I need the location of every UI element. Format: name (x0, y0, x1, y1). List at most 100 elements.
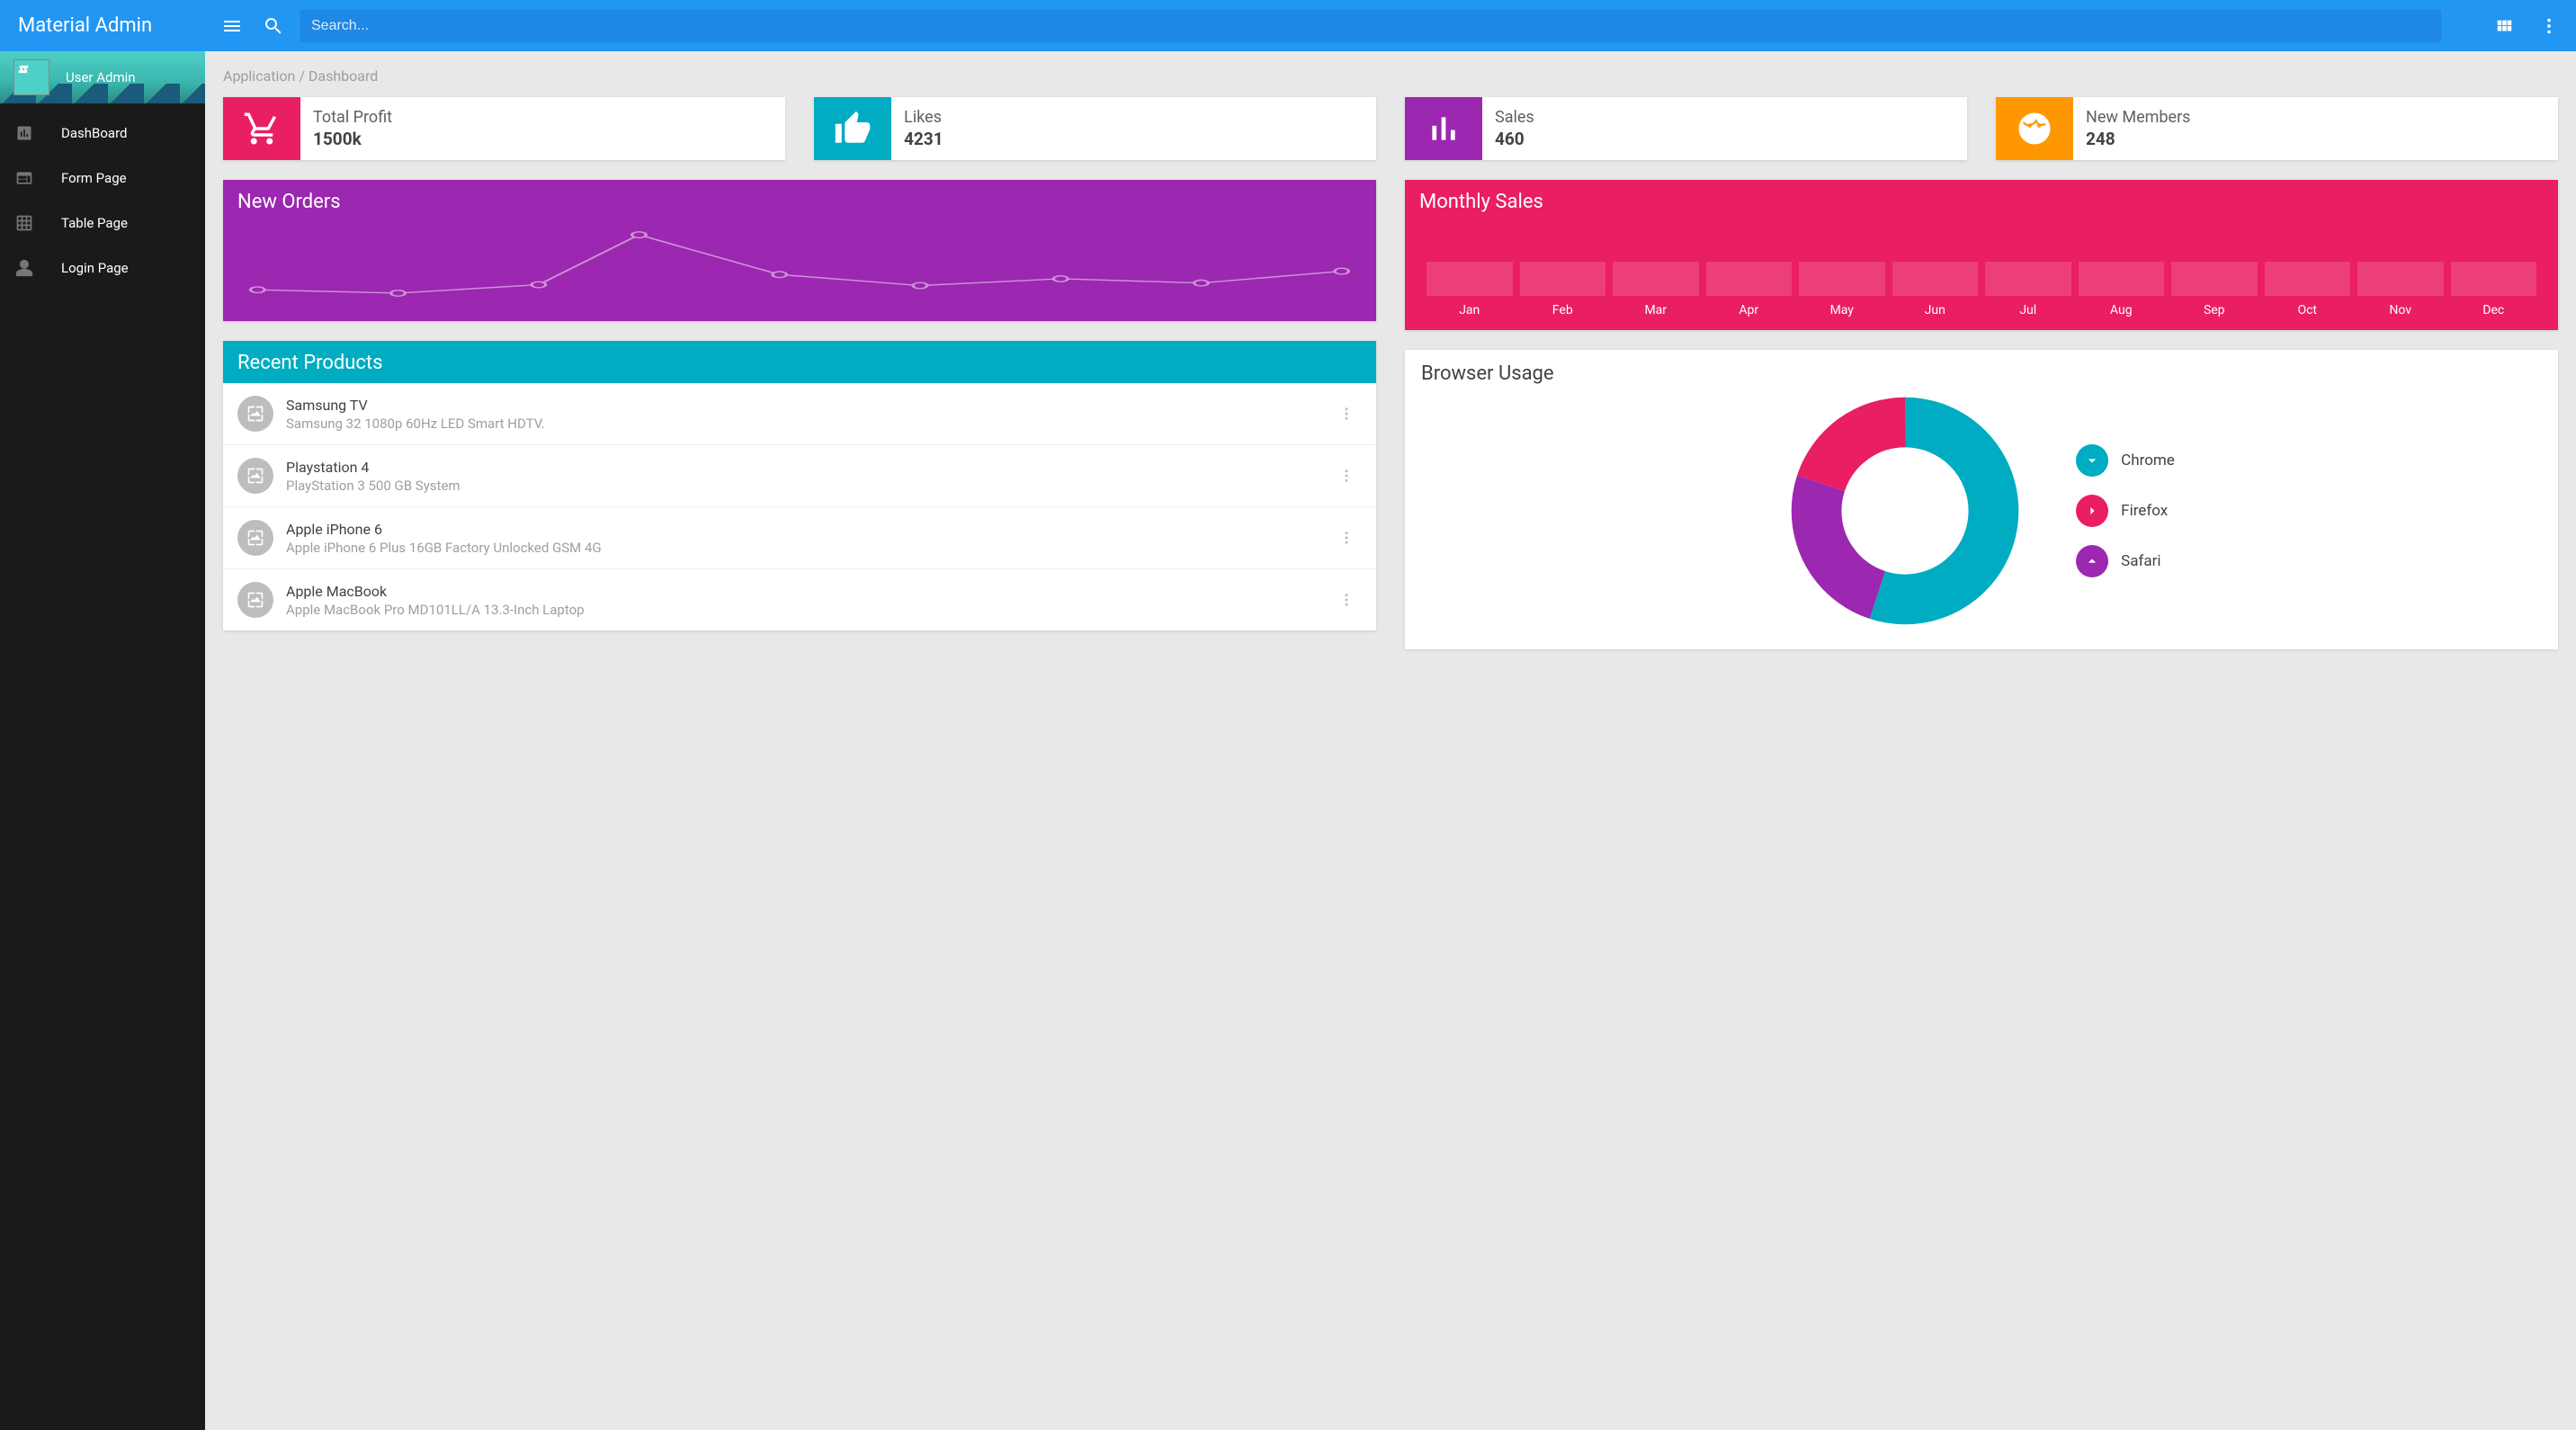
panel-title: New Orders (223, 180, 1376, 222)
product-more-button[interactable] (1331, 530, 1362, 546)
chevron-up-icon (2076, 545, 2108, 577)
panel-title: Recent Products (223, 341, 1376, 383)
menu-button[interactable] (218, 12, 246, 40)
product-name: Apple MacBook (286, 583, 1331, 600)
view-module-icon (2494, 16, 2514, 36)
sidebar-item-form[interactable]: Form Page (0, 156, 205, 201)
stat-card-sales: Sales 460 (1405, 97, 1967, 160)
menu-icon (221, 15, 243, 37)
month-label: Sep (2171, 303, 2258, 317)
stat-title: New Members (2086, 108, 2190, 127)
product-row[interactable]: Playstation 4 PlayStation 3 500 GB Syste… (223, 445, 1376, 507)
month-label: Aug (2079, 303, 2165, 317)
apps-button[interactable] (2490, 12, 2518, 40)
month-bar (2171, 262, 2258, 296)
legend-item[interactable]: Chrome (2076, 444, 2175, 477)
wallpaper-icon (237, 458, 273, 494)
month-label: Oct (2265, 303, 2351, 317)
month-bar (1613, 262, 1699, 296)
more-vert-icon (2539, 16, 2559, 36)
month-label: Nov (2357, 303, 2444, 317)
legend-label: Firefox (2121, 502, 2168, 520)
monthly-sales-labels: JanFebMarAprMayJunJulAugSepOctNovDec (1405, 303, 2558, 330)
stat-card-profit: Total Profit 1500k (223, 97, 785, 160)
product-more-button[interactable] (1331, 406, 1362, 422)
product-more-button[interactable] (1331, 468, 1362, 484)
more-vert-icon (1338, 468, 1355, 484)
month-label: Jun (1892, 303, 1979, 317)
stat-value: 1500k (313, 129, 392, 149)
wallpaper-icon (237, 520, 273, 556)
broken-image-icon (17, 63, 30, 76)
stat-value: 4231 (904, 129, 944, 149)
more-button[interactable] (2535, 12, 2563, 40)
panel-title: Monthly Sales (1405, 180, 2558, 222)
recent-products-panel: Recent Products Samsung TV Samsung 32 10… (223, 341, 1376, 630)
stat-title: Sales (1495, 108, 1534, 127)
browser-usage-panel: Browser Usage Chrome Firefox Safari (1405, 350, 2558, 649)
month-bar (1985, 262, 2071, 296)
month-label: Mar (1613, 303, 1699, 317)
new-orders-panel: New Orders (223, 180, 1376, 321)
search-button[interactable] (259, 12, 288, 40)
avatar (13, 59, 49, 95)
assessment-icon (14, 123, 34, 143)
legend-item[interactable]: Firefox (2076, 495, 2175, 527)
cart-icon (223, 97, 300, 160)
product-name: Apple iPhone 6 (286, 521, 1331, 538)
month-bar (2079, 262, 2165, 296)
grid-icon (14, 213, 34, 233)
product-more-button[interactable] (1331, 592, 1362, 608)
month-label: May (1799, 303, 1885, 317)
sidebar: Material Admin User Admin DashBoard Form… (0, 0, 205, 1430)
legend-item[interactable]: Safari (2076, 545, 2175, 577)
sidebar-item-label: Login Page (61, 260, 129, 276)
product-row[interactable]: Samsung TV Samsung 32 1080p 60Hz LED Sma… (223, 383, 1376, 445)
sidebar-item-login[interactable]: Login Page (0, 246, 205, 290)
product-row[interactable]: Apple iPhone 6 Apple iPhone 6 Plus 16GB … (223, 507, 1376, 569)
breadcrumb: Application / Dashboard (223, 67, 2558, 85)
product-desc: Samsung 32 1080p 60Hz LED Smart HDTV. (286, 416, 1331, 432)
web-icon (14, 168, 34, 188)
app-title: Material Admin (0, 0, 205, 51)
search-input[interactable] (311, 18, 2430, 34)
sidebar-item-label: Table Page (61, 215, 128, 231)
sidebar-item-dashboard[interactable]: DashBoard (0, 111, 205, 156)
more-vert-icon (1338, 592, 1355, 608)
month-label: Apr (1706, 303, 1793, 317)
month-bar (2357, 262, 2444, 296)
legend-label: Chrome (2121, 451, 2175, 469)
month-bar (1427, 262, 1513, 296)
stat-value: 248 (2086, 129, 2190, 149)
more-vert-icon (1338, 406, 1355, 422)
bar-chart-icon (1405, 97, 1482, 160)
sidebar-item-label: DashBoard (61, 125, 127, 141)
stat-title: Total Profit (313, 108, 392, 127)
month-bar (1892, 262, 1979, 296)
nav: DashBoard Form Page Table Page Login Pag… (0, 103, 205, 298)
month-label: Jan (1427, 303, 1513, 317)
person-icon (14, 258, 34, 278)
wallpaper-icon (237, 582, 273, 618)
search-field-wrap (300, 10, 2441, 42)
product-desc: Apple MacBook Pro MD101LL/A 13.3-Inch La… (286, 602, 1331, 618)
monthly-sales-bars (1405, 222, 2558, 303)
user-name: User Admin (66, 69, 136, 85)
chevron-right-icon (2076, 495, 2108, 527)
search-icon (263, 15, 284, 37)
new-orders-chart (223, 222, 1376, 321)
sidebar-item-table[interactable]: Table Page (0, 201, 205, 246)
product-desc: Apple iPhone 6 Plus 16GB Factory Unlocke… (286, 540, 1331, 556)
sidebar-item-label: Form Page (61, 170, 127, 186)
month-label: Feb (1520, 303, 1606, 317)
stat-card-members: New Members 248 (1996, 97, 2558, 160)
month-label: Jul (1985, 303, 2071, 317)
monthly-sales-panel: Monthly Sales Jan Feb Mar Apr May Jun Jul Aug Se… (1405, 180, 2558, 330)
month-bar (2265, 262, 2351, 296)
chevron-down-icon (2076, 444, 2108, 477)
thumb-up-icon (814, 97, 891, 160)
product-row[interactable]: Apple MacBook Apple MacBook Pro MD101LL/… (223, 569, 1376, 630)
month-bar (2451, 262, 2537, 296)
panel-title: Browser Usage (1421, 362, 2542, 385)
user-section[interactable]: User Admin (0, 51, 205, 103)
